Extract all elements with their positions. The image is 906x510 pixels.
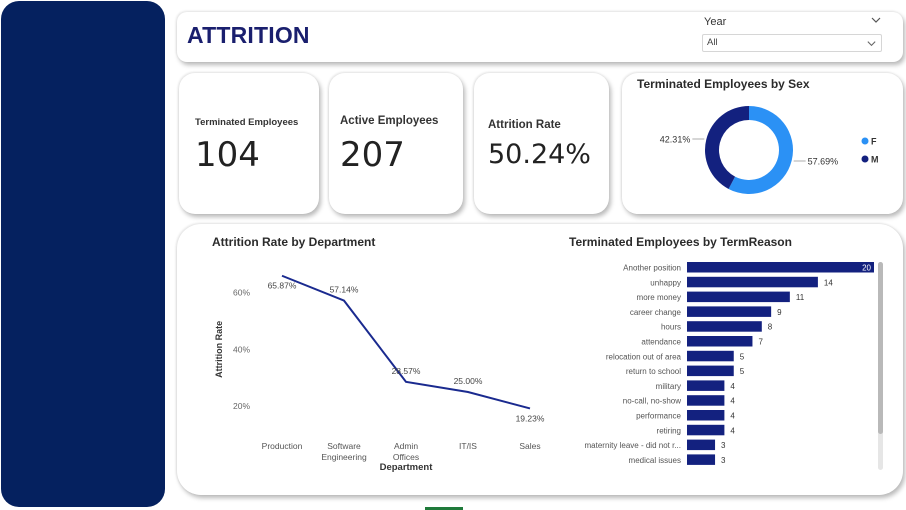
bar-7 (687, 365, 734, 377)
year-slicer-value: All (707, 37, 718, 48)
legend-label-f: F (871, 137, 877, 147)
bar-category-label: medical issues (629, 456, 681, 465)
x-tick-label: Software (327, 441, 361, 451)
line-data-label: 28.57% (392, 366, 421, 376)
bar-category-label: return to school (626, 367, 681, 376)
sex-donut-chart: 57.69% 42.31% FM (660, 106, 879, 194)
y-axis-label: Attrition Rate (214, 321, 224, 378)
year-slicer-dropdown[interactable]: All (702, 34, 882, 52)
donut-slice-m (705, 106, 749, 189)
kpi-card-terminated: Terminated Employees 104 (179, 73, 319, 214)
bar-9 (687, 395, 725, 406)
y-tick-label: 60% (233, 287, 250, 297)
bar-value-label: 3 (721, 441, 726, 450)
bar-value-label: 14 (824, 278, 833, 287)
bar-value-label: 4 (730, 382, 735, 391)
bar-value-label: 20 (862, 264, 871, 273)
bar-category-label: career change (630, 308, 682, 317)
bar-category-label: relocation out of area (606, 352, 682, 361)
kpi-label-active: Active Employees (340, 115, 439, 127)
chevron-down-icon[interactable] (870, 14, 882, 26)
x-axis-label: Department (380, 462, 434, 473)
legend-marker-f (861, 137, 869, 145)
bar-category-label: no-call, no-show (623, 397, 681, 406)
y-tick-label: 40% (233, 344, 250, 354)
bar-category-label: maternity leave - did not r... (585, 441, 682, 450)
header-card: ATTRITION Year All (177, 12, 903, 62)
x-tick-label: Production (262, 441, 303, 451)
y-tick-label: 20% (233, 401, 250, 411)
bar-12 (687, 439, 716, 451)
x-tick-label: Offices (393, 452, 419, 462)
donut-data-label: 57.69% (808, 157, 839, 167)
attrition-series-line (281, 274, 531, 410)
donut-data-label: 42.31% (660, 134, 691, 144)
x-tick-label: Sales (519, 441, 540, 451)
kpi-label-terminated: Terminated Employees (195, 117, 299, 128)
bar-4 (687, 321, 762, 332)
bar-10 (687, 410, 725, 421)
kpi-value-attrition-rate: 50.24% (488, 139, 591, 170)
bar-value-label: 4 (730, 397, 735, 406)
bar-category-label: military (656, 382, 681, 391)
page-title: ATTRITION (187, 22, 310, 48)
scrollbar-thumb[interactable] (878, 262, 883, 434)
bar-category-label: attendance (641, 338, 681, 347)
bar-value-label: 8 (768, 323, 773, 332)
bar-value-label: 7 (758, 338, 763, 347)
kpi-label-attrition-rate: Attrition Rate (488, 119, 561, 131)
bar-category-label: retiring (657, 426, 681, 435)
bar-category-label: Another position (623, 264, 681, 273)
kpi-card-attrition-rate: Attrition Rate 50.24% (474, 73, 609, 214)
bar-3 (687, 306, 772, 317)
bar-1 (687, 276, 818, 288)
chevron-down-icon (867, 41, 876, 47)
kpi-value-terminated: 104 (195, 135, 260, 175)
bar-value-label: 4 (730, 412, 735, 421)
bar-value-label: 5 (740, 367, 745, 376)
bar-category-label: hours (661, 323, 681, 332)
bar-5 (687, 336, 753, 347)
attrition-by-department-line-chart: 20% 40% 60% Attrition Rate 65.87% 57.14% 28.57… (214, 274, 545, 473)
sex-donut-card: Terminated Employees by Sex 57.69% 42.31%… (622, 73, 903, 214)
bar-category-label: unhappy (650, 278, 681, 287)
x-tick-label: Admin (394, 441, 418, 451)
line-data-label: 19.23% (516, 413, 545, 423)
line-data-label: 25.00% (454, 376, 483, 386)
bar-value-label: 11 (796, 293, 805, 302)
navigation-sidebar (1, 1, 165, 507)
line-data-label: 57.14% (330, 285, 359, 295)
legend-label-m: M (871, 155, 879, 165)
bar-6 (687, 350, 734, 362)
kpi-value-active: 207 (340, 135, 405, 175)
termreason-bar-chart: Another position 20 unhappy 14 more money 11 c… (585, 262, 883, 470)
legend-marker-m (861, 155, 869, 163)
bar-category-label: more money (637, 293, 681, 302)
bar-0 (687, 262, 874, 273)
bar-value-label: 3 (721, 456, 726, 465)
bar-category-label: performance (636, 412, 681, 421)
bar-value-label: 4 (730, 426, 735, 435)
department-termreason-card: Attrition Rate by Department Terminated … (177, 224, 903, 495)
kpi-card-active: Active Employees 207 (329, 73, 463, 214)
bar-13 (687, 454, 716, 465)
x-tick-label: IT/IS (459, 441, 477, 451)
x-tick-label: Engineering (321, 452, 367, 462)
year-slicer-label: Year (704, 16, 727, 28)
bar-11 (687, 424, 725, 436)
dashboard-page: ATTRITION Year All Terminated Employees … (0, 0, 906, 510)
bar-8 (687, 380, 725, 391)
line-data-label: 65.87% (268, 281, 297, 291)
bar-value-label: 5 (740, 352, 745, 361)
bar-2 (687, 291, 790, 303)
bar-value-label: 9 (777, 308, 782, 317)
